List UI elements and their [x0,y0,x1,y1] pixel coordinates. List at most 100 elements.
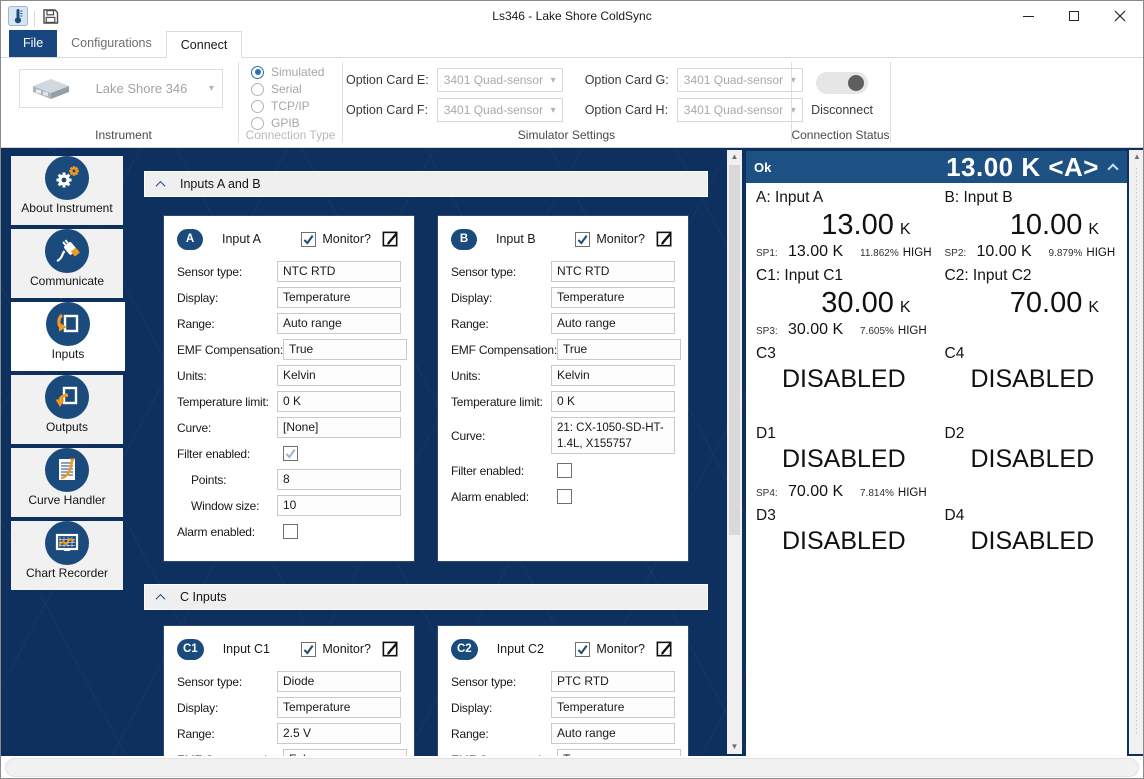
field-label: Display: [177,701,277,715]
option-card-dropdown-option-card-h[interactable]: 3401 Quad-sensor▾ [677,98,803,122]
field-units[interactable]: Kelvin [277,365,401,386]
field-temperature-limit[interactable]: 0 K [277,391,401,412]
radio-tcp-ip[interactable]: TCP/IP [251,98,324,114]
field-units[interactable]: Kelvin [551,365,675,386]
field-label: Sensor type: [177,675,277,689]
monitor-label: Monitor? [596,232,645,246]
input-card-input-b: BInput BMonitor?Sensor type:NTC RTDDispl… [438,216,688,561]
edit-button[interactable] [379,638,401,660]
instrument-dropdown[interactable]: Lake Shore 346 ▾ [19,69,223,108]
sidebar-item-chart-recorder[interactable]: Chart Recorder [11,521,123,590]
chevron-up-icon[interactable] [1107,163,1118,174]
scrollbar-down-icon[interactable]: ▼ [727,740,742,754]
card-title: Input C2 [497,642,544,656]
field-temperature-limit[interactable]: 0 K [551,391,675,412]
field-display[interactable]: Temperature [277,697,401,718]
chevron-up-icon [156,180,166,190]
sidebar-item-label: Chart Recorder [11,566,123,580]
field-range[interactable]: 2.5 V [277,723,401,744]
radio-icon [251,66,264,79]
radio-simulated[interactable]: Simulated [251,64,324,80]
sidebar-item-communicate[interactable]: Communicate [11,229,123,298]
field-label: Display: [451,291,551,305]
section-header-c-inputs[interactable]: C Inputs [144,584,708,610]
edit-button[interactable] [379,228,401,250]
close-icon [1114,10,1126,22]
field-display[interactable]: Temperature [551,697,675,718]
field-curve[interactable]: 21: CX-1050-SD-HT-1.4L, X155757 [551,417,675,454]
field-range[interactable]: Auto range [551,313,675,334]
edit-button[interactable] [653,228,675,250]
sidebar-item-about-instrument[interactable]: About Instrument [11,156,123,225]
option-card-label: Option Card G: [585,73,669,87]
field-label: Units: [177,369,277,383]
field-label: EMF Compensation: [177,343,283,357]
monitor-checkbox[interactable] [575,642,590,657]
field-label: Sensor type: [177,265,277,279]
option-card-dropdown-option-card-e[interactable]: 3401 Quad-sensor▾ [437,68,563,92]
tab-connect[interactable]: Connect [166,31,243,58]
field-range[interactable]: Auto range [551,723,675,744]
checkbox-filter-enabled[interactable] [283,446,298,461]
option-card-dropdown-option-card-f[interactable]: 3401 Quad-sensor▾ [437,98,563,122]
monitor-checkbox[interactable] [575,232,590,247]
field-emf-compensation[interactable]: True [283,339,407,360]
right-scrollbar[interactable]: ▲ [1129,150,1144,754]
input-badge: C1 [177,639,204,660]
instrument-device-icon [28,74,74,103]
minimize-button[interactable] [1005,1,1051,31]
monitor-checkbox[interactable] [301,642,316,657]
field-sensor-type[interactable]: Diode [277,671,401,692]
sidebar-item-curve-handler[interactable]: Curve Handler [11,448,123,517]
sidebar: About InstrumentCommunicateInputsOutputs… [1,148,131,756]
tab-file[interactable]: File [9,30,57,57]
section-header-inputs-a-and-b[interactable]: Inputs A and B [144,171,708,197]
edit-button[interactable] [653,638,675,660]
tab-configurations[interactable]: Configurations [57,30,166,57]
radio-serial[interactable]: Serial [251,81,324,97]
field-sensor-type[interactable]: NTC RTD [551,261,675,282]
scrollbar-up-icon[interactable]: ▲ [727,150,742,164]
field-label: Range: [451,317,551,331]
field-sensor-type[interactable]: PTC RTD [551,671,675,692]
connection-type-options: SimulatedSerialTCP/IPGPIB [251,64,324,132]
field-display[interactable]: Temperature [277,287,401,308]
scrollbar-up-icon[interactable]: ▲ [1129,150,1144,164]
option-card-dropdown-option-card-g[interactable]: 3401 Quad-sensor▾ [677,68,803,92]
save-icon[interactable] [41,7,60,31]
curve-document-icon [45,448,89,492]
status-headline: 13.00 K <A> [946,152,1099,183]
status-header[interactable]: Ok 13.00 K <A> [746,151,1127,183]
maximize-icon [1069,11,1079,21]
monitor-checkbox[interactable] [301,232,316,247]
checkbox-alarm-enabled[interactable] [283,524,298,539]
sidebar-item-outputs[interactable]: Outputs [11,375,123,444]
horizontal-scrollbar[interactable] [1,756,1143,779]
card-title: Input C1 [223,642,270,656]
connection-toggle-switch[interactable] [816,72,868,94]
field-curve[interactable]: [None] [277,417,401,438]
field-label: Alarm enabled: [177,525,283,539]
hscrollbar-track[interactable] [5,758,1139,777]
field-label: Sensor type: [451,675,551,689]
maximize-button[interactable] [1051,1,1097,31]
field-sensor-type[interactable]: NTC RTD [277,261,401,282]
field-emf-compensation[interactable]: True [557,339,681,360]
sidebar-item-inputs[interactable]: Inputs [11,302,125,371]
field-range[interactable]: Auto range [277,313,401,334]
field-points[interactable]: 8 [277,469,401,490]
checkbox-filter-enabled[interactable] [557,463,572,478]
field-emf-compensation[interactable]: False [283,749,407,756]
close-button[interactable] [1097,1,1143,31]
option-card-value: 3401 Quad-sensor [444,73,551,87]
field-display[interactable]: Temperature [551,287,675,308]
chart-recorder-icon [45,521,89,565]
checkbox-alarm-enabled[interactable] [557,489,572,504]
scrollbar-thumb[interactable] [729,165,740,535]
content-scrollbar[interactable]: ▲ ▼ [727,150,742,754]
setpoint-row: SP4:70.00 K7.814%HIGH [748,483,937,503]
channel-label: D2 [937,425,1126,445]
field-window-size[interactable]: 10 [277,495,401,516]
channel-disabled: DISABLED [748,365,937,401]
field-emf-compensation[interactable]: True [557,749,681,756]
